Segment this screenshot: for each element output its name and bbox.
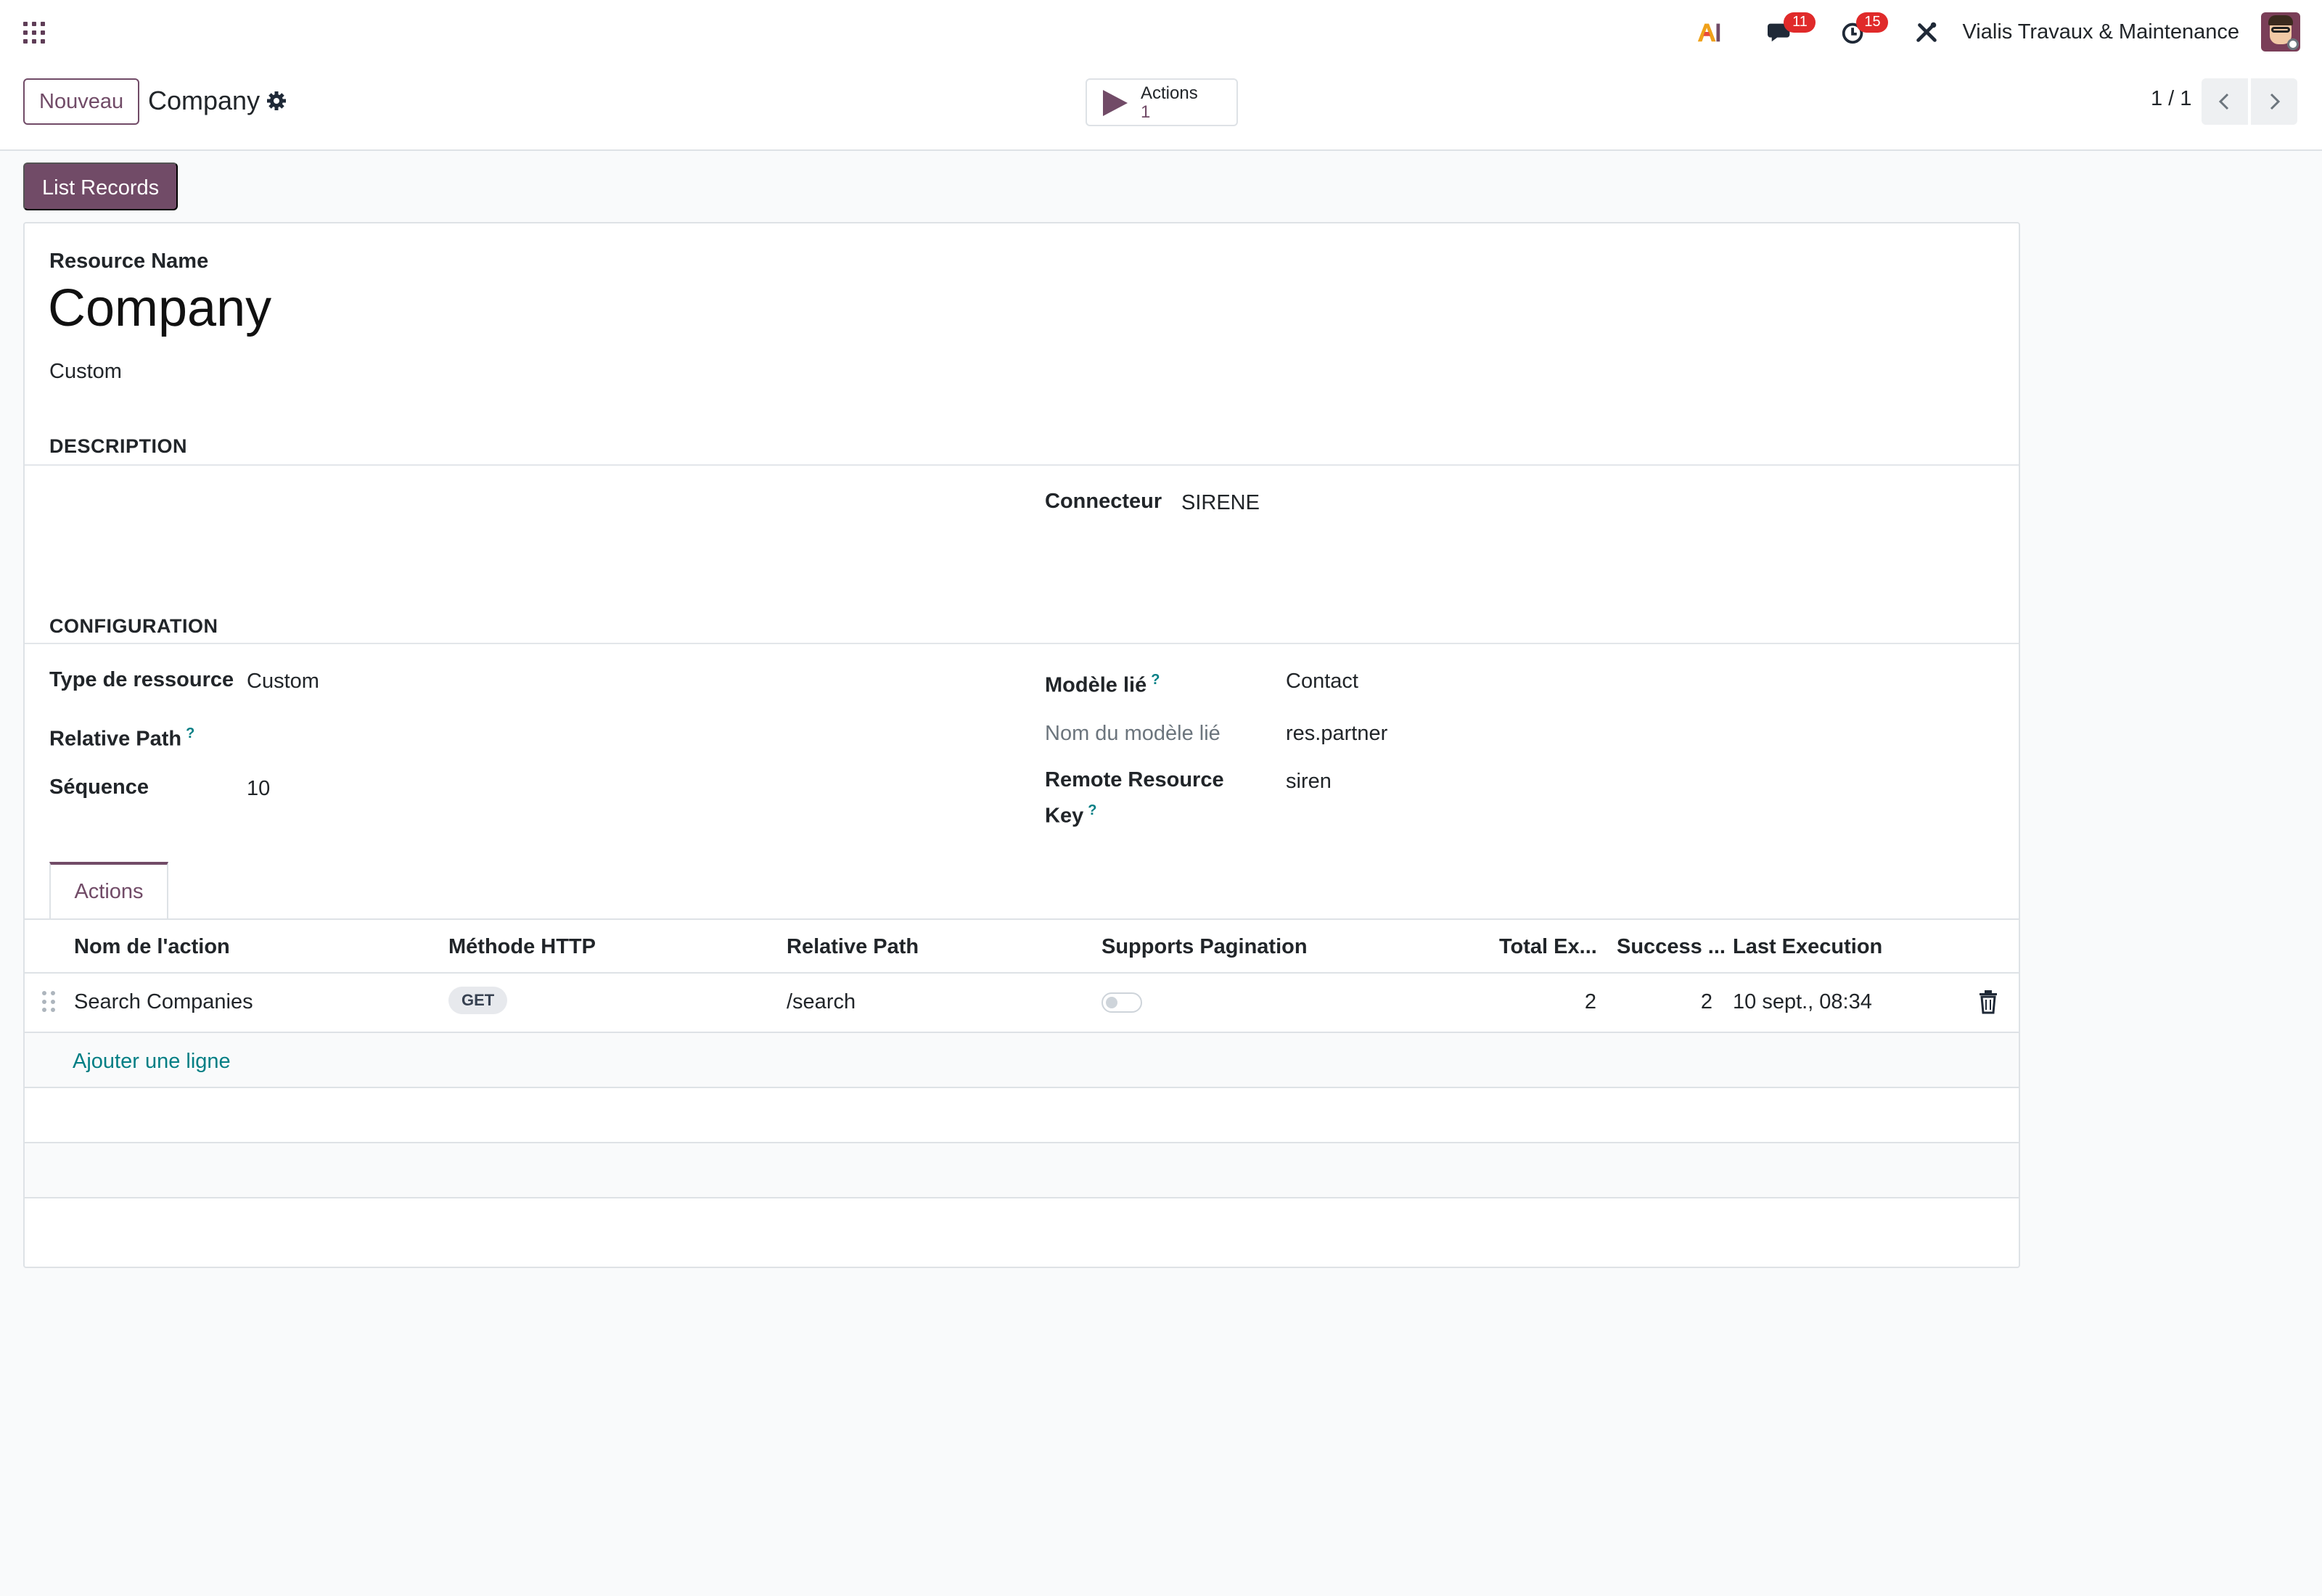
activities-clock-icon[interactable]: 15 — [1836, 12, 1889, 50]
linked-model-field[interactable]: Contact — [1286, 666, 1358, 696]
relative-path-field[interactable] — [247, 720, 972, 750]
connector-label: Connecteur — [1045, 490, 1162, 513]
play-icon — [1103, 90, 1128, 116]
column-header-supports-pagination[interactable]: Supports Pagination — [1101, 931, 1308, 962]
top-navbar: 11 15 Vialis Travaux & Maintenance — [0, 0, 2322, 64]
empty-row — [25, 1143, 2019, 1197]
new-button[interactable]: Nouveau — [23, 78, 140, 125]
control-panel: Nouveau Company Actions 1 1 / 1 — [0, 64, 2322, 151]
column-header-success[interactable]: Success ... — [1617, 931, 1726, 962]
remote-resource-key-field[interactable]: siren — [1286, 766, 1332, 797]
supports-pagination-toggle[interactable] — [1101, 992, 1142, 1013]
resource-type-subtitle: Custom — [49, 360, 122, 383]
relative-path-label: Relative Path? — [49, 725, 195, 751]
column-header-action-name[interactable]: Nom de l'action — [74, 931, 230, 962]
column-header-relative-path[interactable]: Relative Path — [787, 931, 919, 962]
ai-icon[interactable] — [1691, 14, 1727, 50]
http-method-badge: GET — [448, 987, 508, 1014]
row-total-executions: 2 — [1584, 990, 1596, 1013]
company-switcher[interactable]: Vialis Travaux & Maintenance — [1962, 20, 2239, 44]
add-line-row — [25, 1033, 2019, 1087]
add-line-link[interactable]: Ajouter une ligne — [73, 1046, 231, 1077]
linked-model-name-field: res.partner — [1286, 722, 1388, 745]
linked-model-name-label: Nom du modèle lié — [1045, 722, 1221, 745]
sequence-label: Séquence — [49, 776, 149, 799]
section-divider — [25, 464, 2019, 466]
help-tooltip-icon[interactable]: ? — [186, 725, 194, 741]
navbar-systray: 11 15 Vialis Travaux & Maintenance — [1654, 0, 2300, 64]
messages-icon[interactable]: 11 — [1763, 12, 1816, 50]
chevron-left-icon — [2218, 93, 2229, 110]
apps-menu-icon[interactable] — [23, 22, 45, 44]
list-records-button[interactable]: List Records — [23, 163, 179, 210]
form-sheet: Resource Name Company Custom DESCRIPTION… — [23, 222, 2020, 1268]
resource-name-label: Resource Name — [49, 250, 209, 273]
messages-count-badge: 11 — [1784, 12, 1816, 33]
chevron-right-icon — [2270, 93, 2281, 110]
tools-icon[interactable] — [1908, 14, 1945, 50]
help-tooltip-icon[interactable]: ? — [1088, 802, 1096, 818]
pager-previous-button[interactable] — [2202, 78, 2248, 125]
help-tooltip-icon[interactable]: ? — [1151, 672, 1160, 688]
pager-next-button[interactable] — [2251, 78, 2297, 125]
activities-count-badge: 15 — [1856, 12, 1889, 33]
configuration-section-title: CONFIGURATION — [49, 615, 218, 637]
gear-icon[interactable] — [266, 90, 287, 112]
linked-model-label: Modèle lié? — [1045, 672, 1160, 697]
actions-smart-count: 1 — [1141, 102, 1151, 122]
actions-smart-button[interactable]: Actions 1 — [1086, 78, 1238, 126]
column-header-last-execution[interactable]: Last Execution — [1733, 931, 1882, 962]
actions-smart-label: Actions — [1141, 83, 1198, 103]
tab-actions[interactable]: Actions — [49, 862, 168, 920]
row-relative-path[interactable]: /search — [787, 987, 856, 1017]
row-last-execution: 10 sept., 08:34 — [1733, 990, 1872, 1013]
section-divider — [25, 643, 2019, 644]
user-avatar[interactable] — [2261, 12, 2300, 52]
pager-value[interactable]: 1 / 1 — [2151, 87, 2191, 111]
drag-handle-icon[interactable] — [42, 991, 55, 1013]
tab-divider — [25, 918, 2019, 920]
row-divider — [25, 1197, 2019, 1198]
column-header-total-executions[interactable]: Total Ex... — [1499, 931, 1597, 962]
remote-resource-key-label: Remote Resource Key? — [1045, 768, 1224, 828]
table-header-divider — [25, 972, 2019, 974]
row-success-count: 2 — [1700, 990, 1712, 1013]
trash-icon[interactable] — [1978, 990, 1998, 1014]
resource-type-label: Type de ressource — [49, 668, 234, 691]
row-divider — [25, 1087, 2019, 1088]
resource-name-field[interactable]: Company — [48, 279, 271, 338]
row-action-name[interactable]: Search Companies — [74, 987, 253, 1017]
resource-type-field[interactable]: Custom — [247, 666, 319, 696]
column-header-http-method[interactable]: Méthode HTTP — [448, 931, 596, 962]
connector-field[interactable]: SIRENE — [1181, 488, 1260, 518]
description-section-title: DESCRIPTION — [49, 435, 188, 457]
breadcrumb-title: Company — [148, 86, 260, 115]
sequence-field[interactable]: 10 — [247, 773, 270, 804]
